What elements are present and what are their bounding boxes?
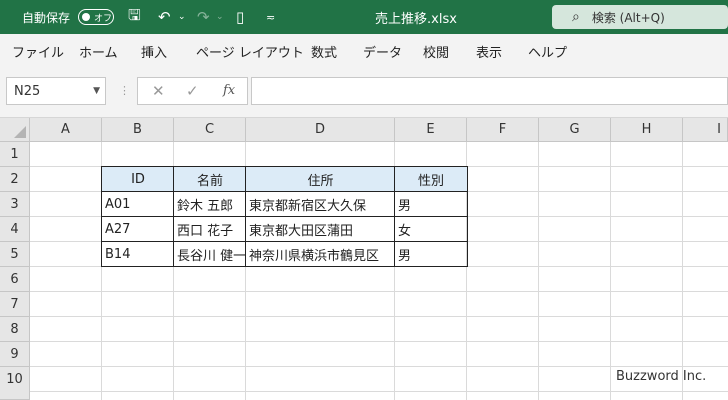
autosave-toggle-label: オフ (94, 13, 113, 24)
save-icon[interactable]: 🖫 (128, 0, 141, 34)
gridline (30, 366, 728, 367)
tab-file[interactable]: ファイル (12, 34, 64, 68)
undo-icon[interactable]: ↶ (158, 0, 171, 34)
column-header-e[interactable]: E (395, 118, 467, 142)
row-header-8[interactable]: 8 (0, 317, 30, 342)
watermark: Buzzword Inc. (616, 369, 707, 384)
tab-review[interactable]: 校閲 (423, 34, 449, 68)
row-header-10[interactable]: 10 (0, 367, 30, 400)
column-header-g[interactable]: G (539, 118, 611, 142)
formula-buttons: ✕ ✓ fx (137, 77, 248, 105)
select-all-icon (14, 126, 26, 138)
insert-function-icon[interactable]: fx (223, 83, 235, 98)
chevron-down-icon[interactable]: ▼ (93, 86, 100, 96)
search-placeholder: 検索 (Alt+Q) (591, 10, 665, 25)
enter-icon[interactable]: ✓ (186, 82, 199, 100)
tab-help[interactable]: ヘルプ (528, 34, 567, 68)
redo-icon[interactable]: ↷ (197, 0, 210, 34)
row-header-1[interactable]: 1 (0, 142, 30, 167)
row-header-7[interactable]: 7 (0, 292, 30, 317)
row-header-2[interactable]: 2 (0, 167, 30, 192)
search-icon: ⌕ (572, 9, 580, 25)
document-icon[interactable]: ▯ (236, 0, 244, 34)
gridline (30, 391, 728, 392)
column-header-d[interactable]: D (246, 118, 395, 142)
gridline (610, 142, 611, 400)
gridline (538, 142, 539, 400)
worksheet-grid: A B C D E F G H I 1 2 3 4 5 6 7 8 9 10 I… (0, 118, 728, 400)
row-header-3[interactable]: 3 (0, 192, 30, 217)
gridline (30, 341, 728, 342)
select-all-button[interactable] (0, 118, 30, 142)
table-header-address[interactable]: 住所 (246, 167, 395, 192)
tab-home[interactable]: ホーム (79, 34, 118, 68)
cancel-icon[interactable]: ✕ (152, 82, 165, 100)
formula-input[interactable] (251, 77, 728, 105)
column-header-a[interactable]: A (30, 118, 102, 142)
table-header-gender[interactable]: 性別 (395, 167, 467, 192)
table-cell[interactable]: 男 (395, 242, 467, 267)
table-cell[interactable]: 神奈川県横浜市鶴見区 (246, 242, 395, 267)
table-header-name[interactable]: 名前 (174, 167, 246, 192)
tab-formulas[interactable]: 数式 (311, 34, 337, 68)
row-header-5[interactable]: 5 (0, 242, 30, 267)
toggle-knob (82, 13, 90, 21)
more-icon[interactable]: ≂ (266, 0, 275, 34)
tab-view[interactable]: 表示 (476, 34, 502, 68)
table-cell[interactable]: 東京都新宿区大久保 (246, 192, 395, 217)
name-box[interactable]: N25 ▼ (6, 77, 106, 105)
column-header-i[interactable]: I (683, 118, 728, 142)
gridline (682, 142, 683, 400)
table-cell[interactable]: 女 (395, 217, 467, 242)
gridline (30, 291, 728, 292)
column-header-b[interactable]: B (102, 118, 174, 142)
tab-insert[interactable]: 挿入 (141, 34, 167, 68)
ribbon-tabs: ファイル ホーム 挿入 ページ レイアウト 数式 データ 校閲 表示 ヘルプ (0, 34, 728, 68)
column-header-c[interactable]: C (174, 118, 246, 142)
tab-data[interactable]: データ (363, 34, 402, 68)
table-cell[interactable]: 長谷川 健一 (174, 242, 246, 267)
search-box[interactable]: ⌕ 検索 (Alt+Q) (552, 5, 728, 29)
autosave-toggle[interactable]: オフ (78, 9, 114, 25)
table-cell[interactable]: 男 (395, 192, 467, 217)
row-header-4[interactable]: 4 (0, 217, 30, 242)
tab-page-layout[interactable]: ページ レイアウト (196, 34, 304, 68)
name-box-value: N25 (14, 83, 41, 99)
table-cell[interactable]: 東京都大田区蒲田 (246, 217, 395, 242)
formula-bar: N25 ▼ ⋮ ✕ ✓ fx (0, 68, 728, 118)
undo-dropdown-icon[interactable]: ⌄ (178, 0, 186, 34)
table-cell[interactable]: B14 (102, 242, 174, 267)
table-cell[interactable]: 西口 花子 (174, 217, 246, 242)
column-header-h[interactable]: H (611, 118, 683, 142)
row-header-9[interactable]: 9 (0, 342, 30, 367)
column-header-f[interactable]: F (467, 118, 539, 142)
splitter-dots-icon[interactable]: ⋮ (119, 84, 130, 97)
table-header-id[interactable]: ID (102, 167, 174, 192)
gridline (30, 316, 728, 317)
title-bar: 自動保存 オフ 🖫 ↶ ⌄ ↷ ⌄ ▯ ≂ 売上推移.xlsx ⌕ 検索 (Al… (0, 0, 728, 34)
table-cell[interactable]: A27 (102, 217, 174, 242)
redo-dropdown-icon[interactable]: ⌄ (216, 0, 224, 34)
table-cell[interactable]: 鈴木 五郎 (174, 192, 246, 217)
table-cell[interactable]: A01 (102, 192, 174, 217)
file-name: 売上推移.xlsx (375, 11, 457, 27)
row-header-6[interactable]: 6 (0, 267, 30, 292)
autosave-label: 自動保存 (22, 10, 71, 25)
